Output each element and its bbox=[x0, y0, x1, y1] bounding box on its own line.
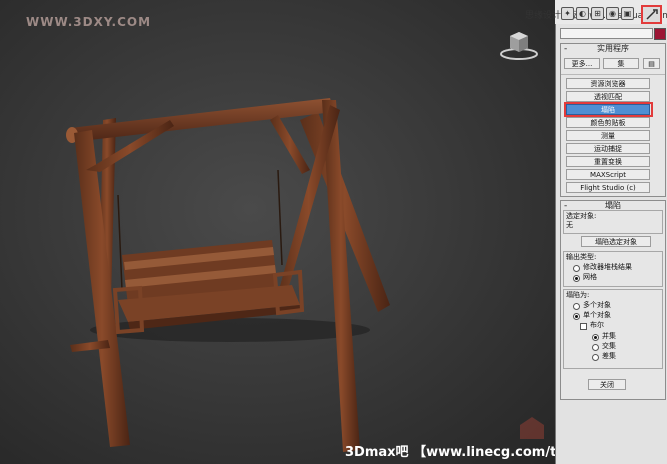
perspective-viewport[interactable]: WWW.3DXY.COM 3Dmax吧 【www.linecg.com/tieb… bbox=[0, 0, 555, 464]
command-panel: - 实用程序 更多... 集 ▤ 资源浏览器 透视匹配 塌陷 颜色剪贴板 测量 … bbox=[555, 24, 667, 464]
utility-measure[interactable]: 测量 bbox=[566, 130, 650, 141]
viewcube-icon[interactable] bbox=[498, 28, 540, 62]
output-mesh-label: 网格 bbox=[583, 273, 597, 281]
more-button[interactable]: 更多... bbox=[564, 58, 600, 69]
selected-objects-group: 选定对象: 无 bbox=[563, 210, 663, 234]
utilities-tab-icon[interactable] bbox=[641, 5, 662, 24]
intersection-label: 交集 bbox=[602, 342, 616, 350]
ui-school-logo bbox=[516, 411, 555, 447]
object-name-field[interactable] bbox=[560, 28, 653, 39]
single-object-label: 单个对象 bbox=[583, 311, 611, 319]
output-mesh-radio[interactable] bbox=[573, 275, 580, 282]
site-watermark-top: WWW.3DXY.COM bbox=[26, 15, 152, 29]
utility-collapse[interactable]: 塌陷 bbox=[566, 104, 650, 115]
swing-3d-model bbox=[66, 98, 390, 452]
subtraction-radio[interactable] bbox=[592, 354, 599, 361]
utility-perspective-match[interactable]: 透视匹配 bbox=[566, 91, 650, 102]
selected-objects-value: 无 bbox=[566, 221, 573, 229]
collapse-to-group: 塌陷为: 多个对象 单个对象 布尔 并集 交集 差集 bbox=[563, 289, 663, 369]
utility-color-clipboard[interactable]: 颜色剪贴板 bbox=[566, 117, 650, 128]
collapse-selected-button[interactable]: 塌陷选定对象 bbox=[581, 236, 651, 247]
utilities-rollout: - 实用程序 更多... 集 ▤ 资源浏览器 透视匹配 塌陷 颜色剪贴板 测量 … bbox=[560, 43, 666, 197]
output-modifier-radio[interactable] bbox=[573, 265, 580, 272]
subtraction-label: 差集 bbox=[602, 352, 616, 360]
utility-flight-studio[interactable]: Flight Studio (c) bbox=[566, 182, 650, 193]
boolean-checkbox[interactable] bbox=[580, 323, 587, 330]
output-type-label: 输出类型: bbox=[566, 253, 597, 261]
multiple-objects-label: 多个对象 bbox=[583, 301, 611, 309]
object-color-swatch[interactable] bbox=[654, 28, 666, 40]
utility-reset-xform[interactable]: 重置变换 bbox=[566, 156, 650, 167]
utility-motion-capture[interactable]: 运动捕捉 bbox=[566, 143, 650, 154]
sets-button[interactable]: 集 bbox=[603, 58, 639, 69]
utility-maxscript[interactable]: MAXScript bbox=[566, 169, 650, 180]
collapse-to-label: 塌陷为: bbox=[566, 291, 590, 299]
union-radio[interactable] bbox=[592, 334, 599, 341]
utilities-rollout-title: 实用程序 bbox=[597, 44, 629, 53]
boolean-label: 布尔 bbox=[590, 321, 604, 329]
hierarchy-tab-icon[interactable]: ⊞ bbox=[591, 7, 604, 20]
union-label: 并集 bbox=[602, 332, 616, 340]
selected-objects-label: 选定对象: bbox=[566, 212, 597, 220]
output-modifier-label: 修改器堆栈结果 bbox=[583, 263, 632, 271]
utility-asset-browser[interactable]: 资源浏览器 bbox=[566, 78, 650, 89]
create-tab-icon[interactable]: ✦ bbox=[561, 7, 574, 20]
single-object-radio[interactable] bbox=[573, 313, 580, 320]
intersection-radio[interactable] bbox=[592, 344, 599, 351]
motion-tab-icon[interactable]: ◉ bbox=[606, 7, 619, 20]
display-tab-icon[interactable]: ▣ bbox=[621, 7, 634, 20]
collapse-rollout: - 塌陷 选定对象: 无 塌陷选定对象 输出类型: 修改器堆栈结果 网格 塌陷为… bbox=[560, 200, 666, 400]
modify-tab-icon[interactable]: ◐ bbox=[576, 7, 589, 20]
close-button[interactable]: 关闭 bbox=[588, 379, 626, 390]
multiple-objects-radio[interactable] bbox=[573, 303, 580, 310]
configure-sets-icon[interactable]: ▤ bbox=[643, 58, 660, 69]
output-type-group: 输出类型: 修改器堆栈结果 网格 bbox=[563, 251, 663, 287]
